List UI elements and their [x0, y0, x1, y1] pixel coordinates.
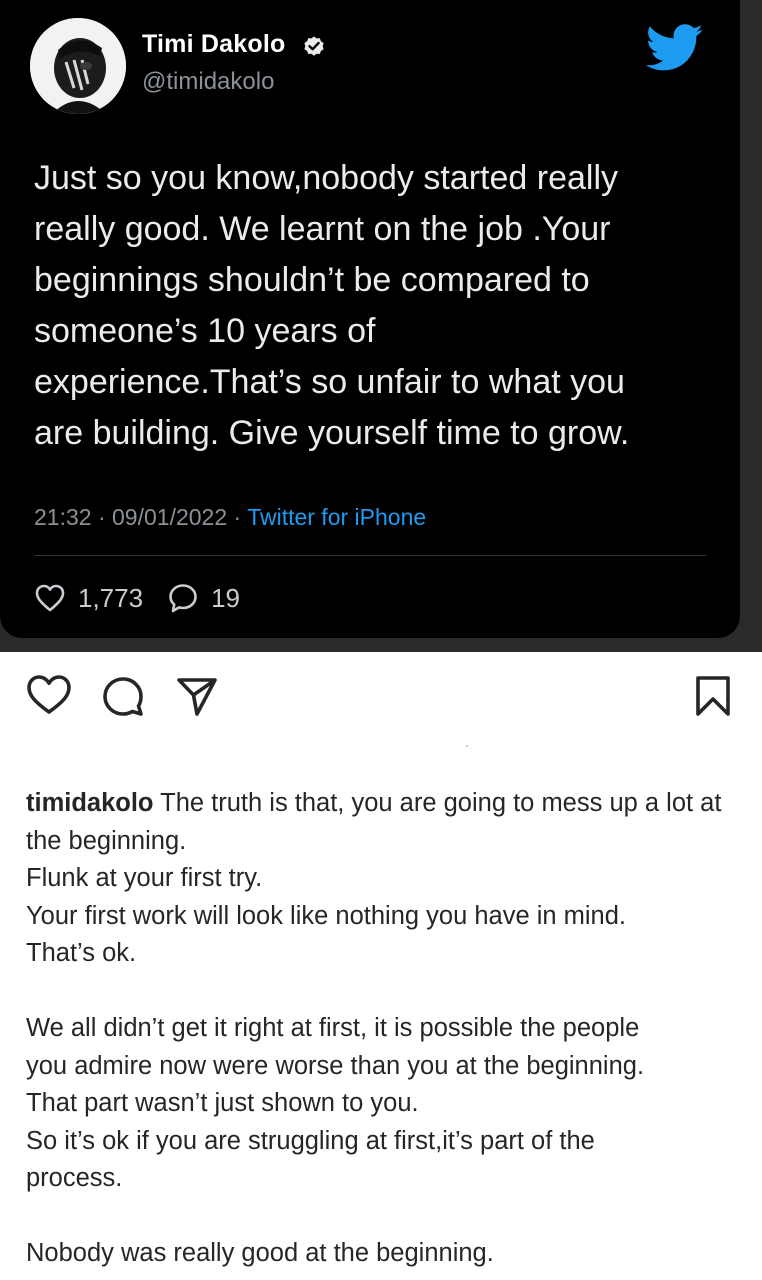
- author-handle[interactable]: @timidakolo: [142, 68, 274, 96]
- bookmark-icon[interactable]: [694, 674, 732, 718]
- author-avatar[interactable]: [30, 18, 126, 114]
- tweet-card: Timi Dakolo @timidakolo Just so you know…: [0, 0, 740, 638]
- like-stat[interactable]: 1,773: [34, 583, 143, 614]
- tweet-timestamp: 21:32 · 09/01/2022 · Twitter for iPhone: [34, 504, 426, 531]
- heart-icon[interactable]: [26, 674, 72, 716]
- reply-count: 19: [211, 582, 240, 613]
- caption-paragraph: We all didn’t get it right at first, it …: [26, 1014, 645, 1192]
- tweet-image: Timi Dakolo @timidakolo Just so you know…: [0, 0, 762, 652]
- verified-badge-icon: [304, 36, 324, 56]
- avatar-image: [30, 18, 126, 114]
- meta-separator: ·: [97, 504, 106, 530]
- tweet-date: 09/01/2022: [112, 504, 228, 530]
- caption-paragraph: Nobody was really good at the beginning.: [26, 1239, 494, 1267]
- caption-username[interactable]: timidakolo: [26, 789, 154, 817]
- post-action-bar: [0, 652, 762, 742]
- meta-separator: ·: [233, 504, 242, 530]
- tweet-text: Just so you know,nobody started really r…: [34, 159, 630, 452]
- tweet-time: 21:32: [34, 504, 92, 530]
- post-caption: timidakolo The truth is that, you are go…: [26, 785, 738, 1273]
- divider: [34, 555, 706, 556]
- comment-icon[interactable]: [101, 674, 145, 718]
- author-name[interactable]: Timi Dakolo: [142, 30, 285, 59]
- reply-stat[interactable]: 19: [167, 582, 240, 614]
- speech-bubble-icon: [169, 584, 197, 613]
- twitter-bird-icon: [646, 24, 703, 71]
- send-icon[interactable]: [175, 674, 219, 718]
- tweet-client-link[interactable]: Twitter for iPhone: [247, 504, 426, 530]
- heart-outline-icon: [35, 584, 65, 612]
- like-count: 1,773: [78, 582, 144, 613]
- caption-paragraph: timidakolo The truth is that, you are go…: [26, 785, 738, 973]
- tweet-stats: 1,773 19: [34, 580, 240, 616]
- screenshot-page: Timi Dakolo @timidakolo Just so you know…: [0, 0, 762, 1280]
- divider: [466, 745, 468, 747]
